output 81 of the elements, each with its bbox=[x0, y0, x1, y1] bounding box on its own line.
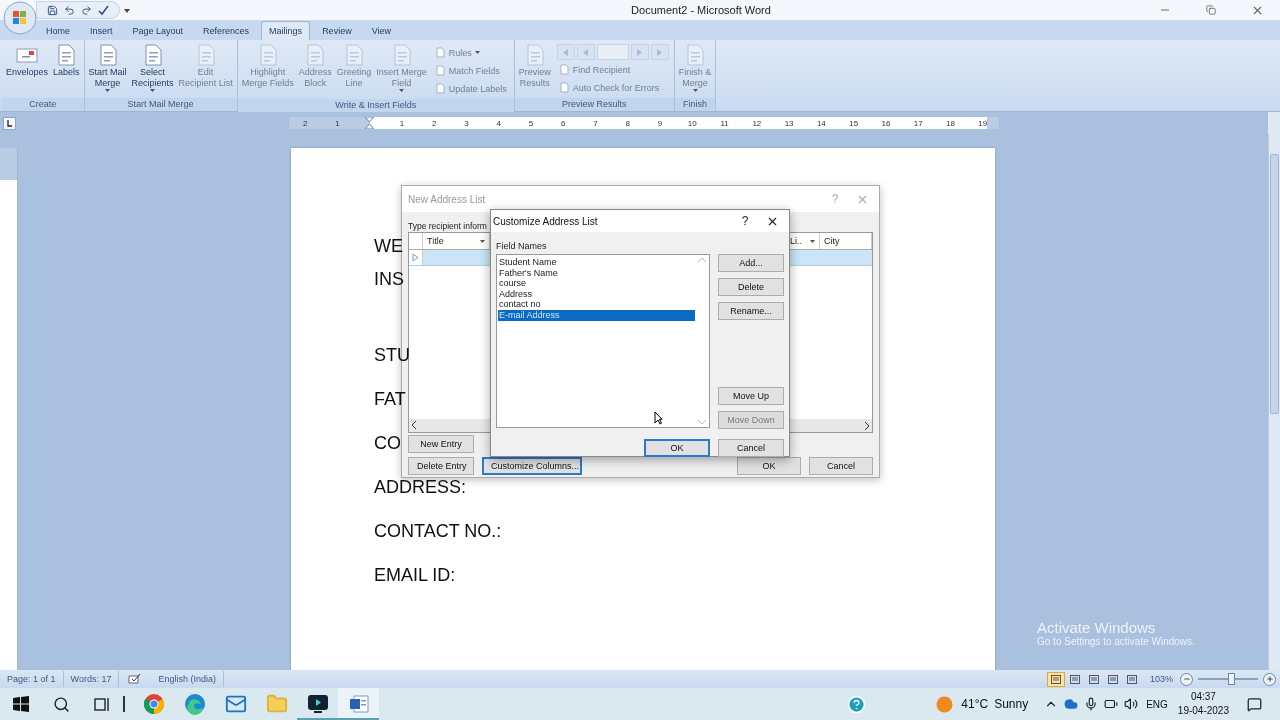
ribbon-tab[interactable]: Mailings bbox=[261, 21, 311, 40]
group-label: Write & Insert Fields bbox=[237, 99, 514, 112]
ruler-number: 2 bbox=[431, 118, 437, 128]
ribbon-button[interactable]: Select Recipients bbox=[129, 42, 176, 93]
ruler-number: 7 bbox=[593, 118, 598, 128]
ruler-number: 18 bbox=[946, 118, 955, 128]
list-label: Field Names bbox=[496, 241, 548, 251]
dialog-button[interactable]: Add... bbox=[718, 254, 784, 272]
ruler-number: 1 bbox=[399, 118, 405, 128]
activation-title: Activate Windows bbox=[1037, 619, 1157, 636]
document-text: FAT bbox=[374, 388, 406, 411]
ribbon-tab[interactable]: Home bbox=[38, 21, 78, 40]
ruler-number: 9 bbox=[657, 118, 663, 128]
cancel-button[interactable]: Cancel bbox=[718, 439, 784, 457]
ruler-number: 1 bbox=[335, 118, 340, 128]
ruler-number: 10 bbox=[687, 118, 697, 128]
document-text: CO bbox=[374, 432, 401, 455]
ruler-number: 5 bbox=[528, 118, 534, 128]
list-item[interactable]: E-mail Address bbox=[498, 309, 695, 321]
ok-button[interactable]: OK bbox=[644, 439, 710, 457]
ruler-number: 14 bbox=[816, 118, 826, 128]
group-label: Finish bbox=[674, 98, 716, 111]
ribbon-tab[interactable]: Page Layout bbox=[124, 21, 192, 40]
dialog-button[interactable]: Move Up bbox=[718, 387, 784, 405]
ribbon-button[interactable]: Labels bbox=[51, 42, 82, 79]
ruler-number: 16 bbox=[881, 118, 891, 128]
document-text: WE bbox=[374, 235, 403, 258]
ruler-number: 6 bbox=[561, 118, 566, 128]
clock[interactable]: 04:37 19-04-2023 bbox=[1177, 690, 1229, 718]
list-item[interactable]: Address bbox=[498, 288, 695, 300]
ribbon-button[interactable]: Envelopes bbox=[4, 42, 51, 79]
ruler-number: 15 bbox=[849, 118, 859, 128]
help-button[interactable]: ? bbox=[735, 214, 755, 228]
ribbon-tab[interactable]: Review bbox=[314, 21, 360, 40]
column-header: Li.. bbox=[790, 236, 803, 246]
ruler-number: 12 bbox=[752, 118, 762, 128]
ruler-number: 11 bbox=[720, 118, 729, 128]
zoom-level: 103% bbox=[1149, 674, 1173, 684]
activation-message: Go to Settings to activate Windows. bbox=[1037, 636, 1195, 647]
document-text: ADDRESS: bbox=[374, 476, 467, 499]
document-text: CONTACT NO.: bbox=[374, 520, 502, 543]
window-title: Document2 - Microsoft Word bbox=[630, 4, 772, 16]
document-text: EMAIL ID: bbox=[374, 564, 456, 587]
ribbon-tab[interactable]: Insert bbox=[82, 21, 121, 40]
column-header: City bbox=[824, 236, 841, 246]
list-item[interactable]: contact no bbox=[498, 299, 695, 310]
list-item[interactable]: course bbox=[498, 278, 695, 289]
ruler-number: 17 bbox=[913, 118, 923, 128]
group-label: Preview Results bbox=[514, 98, 674, 111]
dialog-button[interactable]: Delete bbox=[718, 278, 784, 296]
dialog-button[interactable]: New Entry bbox=[408, 435, 474, 453]
ribbon-tab[interactable]: References bbox=[195, 21, 258, 40]
column-header: Title bbox=[427, 236, 445, 246]
dialog-button[interactable]: Delete Entry bbox=[408, 457, 474, 475]
group-label: Create bbox=[2, 98, 84, 111]
dialog-button[interactable]: OK bbox=[737, 457, 801, 475]
weather-condition: Sunny bbox=[994, 697, 1029, 711]
ribbon-button[interactable]: Start Mail Merge bbox=[86, 42, 129, 93]
temperature: 41°C bbox=[961, 697, 989, 711]
document-text: INS bbox=[374, 268, 404, 291]
language-indicator: English (India) bbox=[151, 671, 224, 687]
language-indicator: ENG bbox=[1146, 698, 1168, 710]
dialog-button[interactable]: Cancel bbox=[809, 457, 873, 475]
ruler-number: 19 bbox=[978, 118, 988, 128]
document-text: STU bbox=[374, 344, 410, 367]
ruler-number: 3 bbox=[464, 118, 469, 128]
ruler-number: 13 bbox=[784, 118, 794, 128]
dialog-button[interactable]: Rename... bbox=[718, 302, 784, 320]
dialog-button[interactable]: Customize Columns... bbox=[482, 457, 582, 475]
word-count: Words: 17 bbox=[63, 671, 120, 687]
ruler-number: 2 bbox=[302, 118, 308, 128]
ruler-number: 8 bbox=[625, 118, 630, 128]
instruction-text: Type recipient inform bbox=[408, 221, 487, 231]
ribbon-tab[interactable]: View bbox=[363, 21, 399, 40]
dialog-title: Customize Address List bbox=[493, 215, 598, 227]
list-item[interactable]: Student Name bbox=[498, 257, 695, 268]
ruler-number: 4 bbox=[496, 118, 501, 128]
group-label: Start Mail Merge bbox=[84, 98, 237, 111]
page-count: Page: 1 of 1 bbox=[0, 671, 64, 687]
list-item[interactable]: Father's Name bbox=[498, 267, 695, 279]
dialog-title: New Address List bbox=[408, 193, 486, 205]
